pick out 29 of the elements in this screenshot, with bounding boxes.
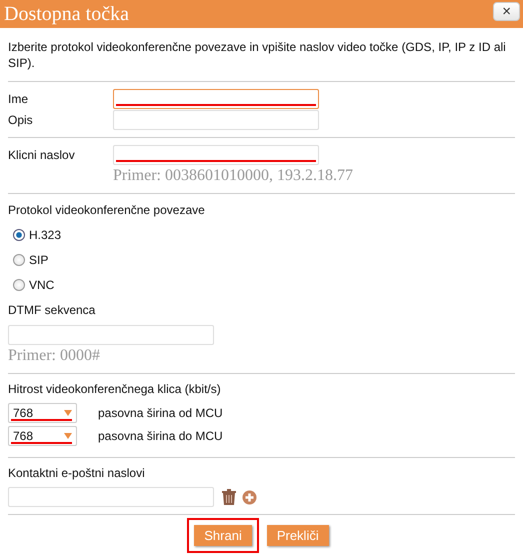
add-icon[interactable] — [242, 490, 257, 504]
text-field[interactable] — [113, 89, 319, 109]
address-field[interactable] — [113, 145, 319, 165]
close-button[interactable]: × — [493, 2, 520, 20]
radio-button[interactable] — [13, 254, 25, 266]
radio-label: H.323 — [29, 228, 62, 242]
radio-button[interactable] — [13, 229, 25, 241]
select-label: pasovna širina od MCU — [98, 406, 223, 420]
bandwidth-select[interactable]: 768 — [8, 403, 77, 423]
radio-button[interactable] — [13, 279, 25, 291]
email-field[interactable] — [8, 487, 214, 507]
section-label: Protokol videokonferenčne povezave — [8, 203, 206, 217]
intro-text: Izberite protokol videokonferenčne povezave in vpišite naslov video točke (GDS, IP, IP z ID ali SIP). — [8, 39, 507, 71]
section-label: DTMF sekvenca — [8, 303, 96, 317]
select-label: pasovna širina do MCU — [98, 429, 223, 443]
field-label: Opis — [8, 113, 34, 127]
section-label: Kontaktni e-poštni naslovi — [8, 466, 146, 480]
radio-label: SIP — [29, 253, 48, 267]
caret-icon — [64, 433, 72, 439]
field-label: Klicni naslov — [8, 148, 76, 162]
dtmf-field[interactable] — [8, 325, 214, 345]
caret-icon — [64, 410, 72, 416]
field-label: Ime — [8, 92, 30, 106]
radio-label: VNC — [29, 278, 54, 292]
section-label: Hitrost videokonferenčnega klica (kbit/s) — [8, 382, 222, 396]
hint-text: Primer: 0038601010000, 193.2.18.77 — [113, 168, 354, 184]
hint-text: Primer: 0000# — [8, 348, 101, 364]
trash-icon[interactable] — [222, 489, 236, 505]
bandwidth-select[interactable]: 768 — [8, 426, 77, 446]
